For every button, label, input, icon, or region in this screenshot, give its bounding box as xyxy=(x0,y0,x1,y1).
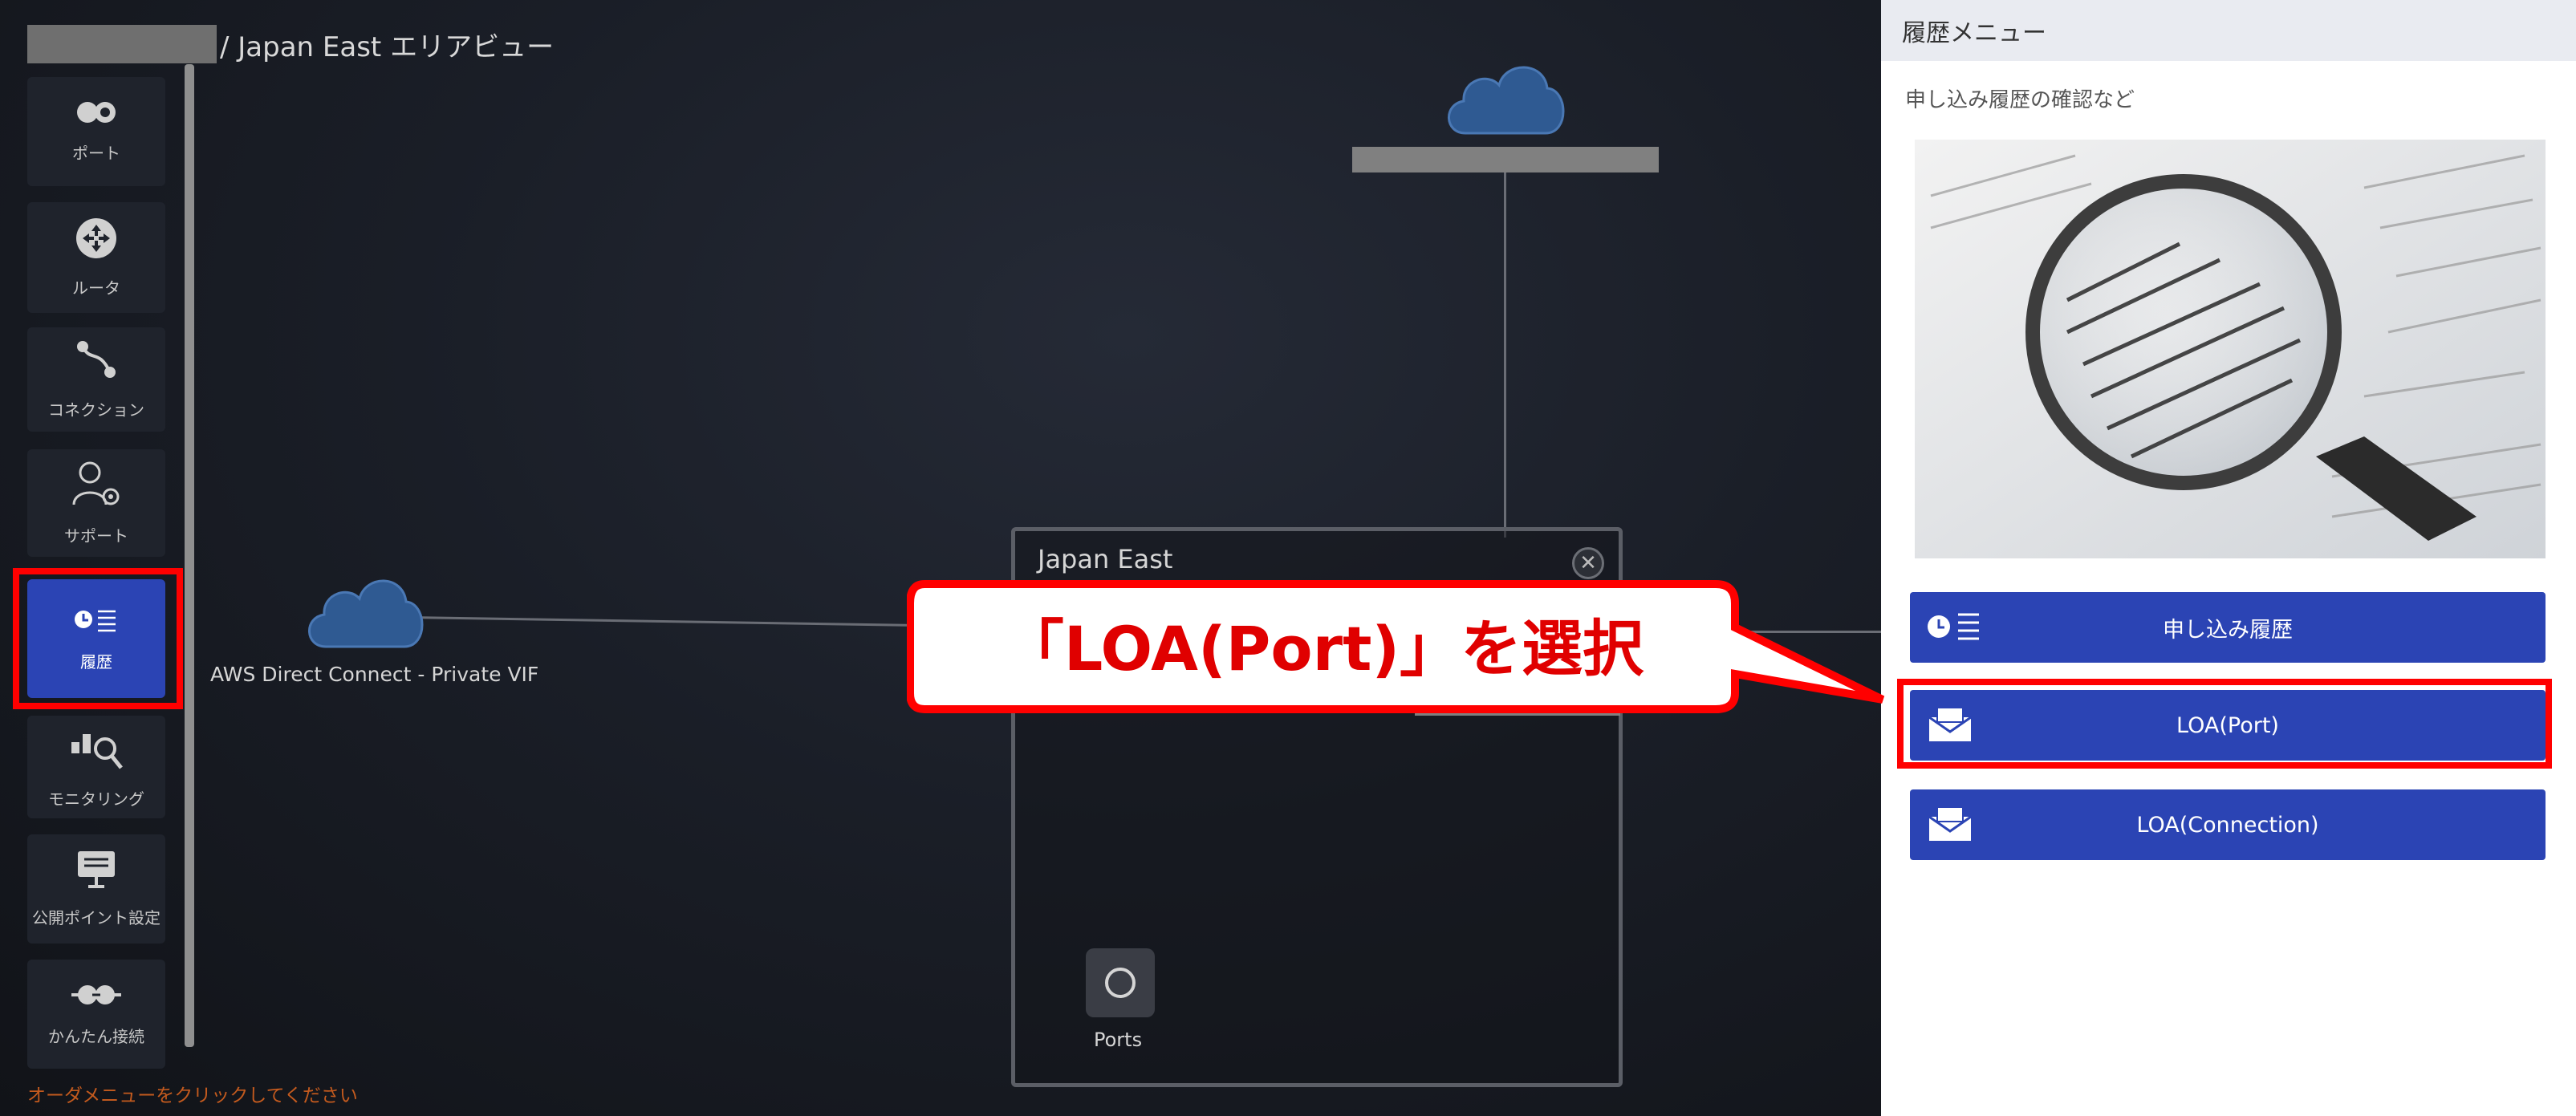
monitoring-icon xyxy=(70,724,123,775)
menu-item-label: ポート xyxy=(72,144,120,163)
menu-item-support[interactable]: サポート xyxy=(27,449,165,557)
history-menu-panel: 履歴メニュー 申し込み履歴の確認など 申し込み履歴 LOA(Port) LOA(… xyxy=(1881,0,2576,1116)
menu-item-label: かんたん接続 xyxy=(48,1027,144,1046)
callout-text: 「LOA(Port)」を選択 xyxy=(1002,613,1644,684)
cloud-icon[interactable] xyxy=(1441,56,1570,138)
menu-item-public-point[interactable]: 公開ポイント設定 xyxy=(27,834,165,944)
close-icon[interactable]: ✕ xyxy=(1572,547,1604,579)
loa-connection-button[interactable]: LOA(Connection) xyxy=(1910,789,2546,860)
menu-item-port[interactable]: ポート xyxy=(27,77,165,186)
redacted-label-bar xyxy=(1352,147,1659,172)
ports-button[interactable] xyxy=(1086,948,1155,1017)
order-menu-hint: オーダメニューをクリックしてください xyxy=(27,1086,358,1106)
easy-connect-icon xyxy=(68,981,124,1013)
menu-item-label: サポート xyxy=(64,526,128,546)
loa-port-highlight-frame xyxy=(1897,679,2552,769)
breadcrumb: / Japan East エリアビュー xyxy=(27,24,554,64)
connection-line-vertical xyxy=(1504,168,1506,538)
ports-icon xyxy=(1105,968,1136,998)
application-history-button[interactable]: 申し込み履歴 xyxy=(1910,592,2546,663)
menu-item-label: 公開ポイント設定 xyxy=(32,908,160,927)
menu-scrollbar[interactable] xyxy=(185,64,194,1047)
button-label: LOA(Connection) xyxy=(2136,812,2319,838)
menu-item-label: ルータ xyxy=(72,278,120,298)
ports-label: Ports xyxy=(1094,1029,1143,1051)
button-label: 申し込み履歴 xyxy=(2163,617,2293,643)
aws-direct-connect-label: AWS Direct Connect - Private VIF xyxy=(210,663,539,686)
history-list-icon xyxy=(1926,608,1982,651)
breadcrumb-text: / Japan East エリアビュー xyxy=(220,30,555,63)
area-view-canvas: / Japan East エリアビュー ポート ルータ コネクション サポート … xyxy=(0,0,1881,1116)
menu-item-router[interactable]: ルータ xyxy=(27,202,165,313)
history-highlight-frame xyxy=(13,568,183,709)
port-icon xyxy=(75,99,117,129)
panel-subtitle: 申し込み履歴の確認など xyxy=(1905,88,2135,112)
menu-item-easy-connect[interactable]: かんたん接続 xyxy=(27,960,165,1069)
region-title: Japan East xyxy=(1038,544,1173,574)
cloud-icon[interactable] xyxy=(302,571,427,651)
menu-item-monitoring[interactable]: モニタリング xyxy=(27,716,165,818)
support-icon xyxy=(71,460,122,512)
connection-icon xyxy=(75,339,118,386)
panel-title: 履歴メニュー xyxy=(1881,0,2576,61)
envelope-icon xyxy=(1926,806,1974,848)
magnifier-document-image xyxy=(1915,140,2546,558)
redacted-block xyxy=(27,25,217,63)
menu-item-label: コネクション xyxy=(48,400,144,420)
public-point-icon xyxy=(76,850,116,894)
router-icon xyxy=(75,217,118,264)
menu-item-connection[interactable]: コネクション xyxy=(27,327,165,432)
menu-item-label: モニタリング xyxy=(48,789,144,809)
